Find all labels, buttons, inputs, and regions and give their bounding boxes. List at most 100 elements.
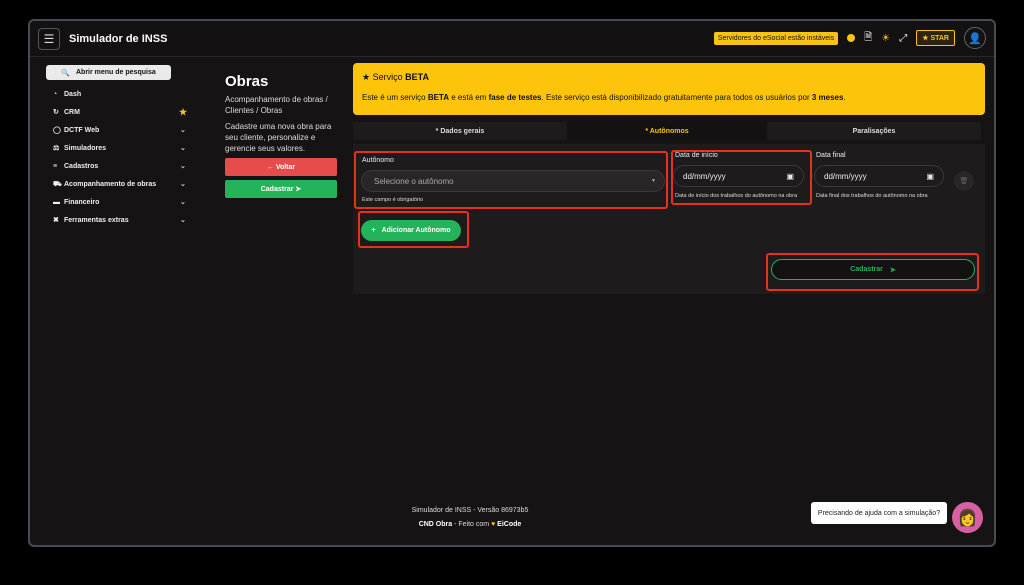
beta-text: e está em xyxy=(449,93,489,102)
chevron-down-icon: ⌄ xyxy=(180,163,186,170)
add-autonomo-label: Adicionar Autônomo xyxy=(381,227,451,234)
page-description: Cadastre uma nova obra para seu cliente,… xyxy=(225,122,332,153)
beta-text: BETA xyxy=(427,93,449,102)
back-button[interactable]: ← Voltar xyxy=(225,158,337,176)
beta-title-bold: BETA xyxy=(405,72,429,82)
beta-text: Este é um serviço xyxy=(362,93,428,102)
autonomo-error: Este campo é obrigatório xyxy=(362,197,424,203)
plus-icon: + xyxy=(371,227,376,234)
scale-icon: ⚖ xyxy=(53,145,60,152)
paper-plane-icon: ➤ xyxy=(889,266,896,274)
data-final-input[interactable]: dd/mm/yyyy ▣ xyxy=(814,165,944,187)
tools-icon: ✖ xyxy=(53,217,59,224)
top-bar: ☰ Simulador de INSS Servidores do eSocia… xyxy=(30,21,994,57)
beta-title-prefix: Serviço xyxy=(372,72,406,82)
sun-icon[interactable]: ☀ xyxy=(881,33,890,44)
chevron-down-icon: ⌄ xyxy=(180,181,186,188)
autonomo-placeholder: Selecione o autônomo xyxy=(374,176,454,186)
list-icon: ≡ xyxy=(53,162,58,170)
sidebar-item-simuladores[interactable]: ⚖ Simuladores ⌄ xyxy=(46,139,186,157)
sidebar-item-label: Dash xyxy=(64,90,82,98)
footer-brand[interactable]: EiCode xyxy=(497,521,521,528)
paper-plane-icon: ➤ xyxy=(295,186,302,193)
app-title: Simulador de INSS xyxy=(69,32,168,45)
footer-made-with: Feito com xyxy=(458,521,492,528)
sidebar-item-label: Ferramentas extras xyxy=(64,216,129,224)
submit-button[interactable]: Cadastrar ➤ xyxy=(771,259,975,280)
sidebar-item-financeiro[interactable]: ▬ Financeiro ⌄ xyxy=(46,193,186,211)
chevron-down-icon: ⌄ xyxy=(180,199,186,206)
beta-text: fase de testes xyxy=(488,93,542,102)
footer-credits: CND Obra - Feito com ♥ EiCode xyxy=(390,518,550,532)
footer: Simulador de INSS - Versão 86973b5 CND O… xyxy=(390,504,550,532)
caret-down-icon: ▼ xyxy=(651,178,656,184)
sidebar-item-dash[interactable]: ◔ Dash xyxy=(46,85,183,103)
back-label: Voltar xyxy=(275,163,296,171)
sidebar-item-label: DCTF Web xyxy=(64,126,100,134)
open-search-menu-button[interactable]: 🔍 Abrir menu de pesquisa xyxy=(46,65,171,80)
submit-label: Cadastrar xyxy=(850,266,883,273)
sidebar-item-label: Simuladores xyxy=(64,144,107,152)
beta-alert: ★ Serviço BETA Este é um serviço BETA e … xyxy=(353,63,985,115)
autonomo-select[interactable]: Selecione o autônomo ▼ xyxy=(361,170,665,192)
trash-icon[interactable]: 🗑 xyxy=(954,171,974,191)
sidebar-item-label: Cadastros xyxy=(64,162,99,170)
register-side-button[interactable]: Cadastrar ➤ xyxy=(225,180,337,198)
register-label: Cadastrar xyxy=(260,185,294,193)
star-button[interactable]: ★ STAR xyxy=(916,30,955,46)
sidebar-item-dctf-web[interactable]: ◯ DCTF Web ⌄ xyxy=(46,121,186,139)
data-final-value: dd/mm/yyyy xyxy=(824,171,867,181)
data-inicio-label: Data de início xyxy=(675,152,718,159)
beta-text: . Este serviço está disponibilizado grat… xyxy=(541,93,812,102)
beta-text: 3 meses xyxy=(811,93,844,102)
page-title: Obras xyxy=(225,73,269,90)
assistant-avatar-icon[interactable]: 👩 xyxy=(952,502,983,533)
star-label: STAR xyxy=(930,35,949,42)
refresh-icon: ↻ xyxy=(53,109,59,116)
document-icon[interactable]: 🗎 xyxy=(864,30,872,47)
breadcrumb: Acompanhamento de obras / Clientes / Obr… xyxy=(225,95,328,115)
autonomo-label: Autônomo xyxy=(362,157,394,164)
esocial-warning-badge[interactable]: Servidores do eSocial estão instáveis xyxy=(713,31,839,45)
star-icon: ★ xyxy=(362,72,371,82)
sidebar-item-ferramentas-extras[interactable]: ✖ Ferramentas extras ⌄ xyxy=(46,211,186,229)
star-icon: ★ xyxy=(922,35,929,42)
search-label: Abrir menu de pesquisa xyxy=(75,69,156,76)
fullscreen-icon[interactable]: ⤢ xyxy=(899,33,907,44)
sidebar-item-acompanhamento-de-obras[interactable]: ⛟ Acompanhamento de obras ⌄ xyxy=(46,175,186,193)
chevron-down-icon: ⌄ xyxy=(180,145,186,152)
globe-icon: ◯ xyxy=(53,127,61,134)
data-inicio-value: dd/mm/yyyy xyxy=(683,171,726,181)
hamburger-menu-icon[interactable]: ☰ xyxy=(38,27,60,50)
calendar-icon[interactable]: ▣ xyxy=(926,172,934,181)
sidebar-item-crm[interactable]: ↻ CRM ★ xyxy=(46,103,187,121)
favorite-star-icon[interactable]: ★ xyxy=(179,107,187,118)
tab-autonomos[interactable]: * Autônomos xyxy=(567,122,767,140)
sidebar-item-label: CRM xyxy=(64,108,80,116)
user-avatar-icon[interactable]: 👤 xyxy=(964,27,986,49)
data-inicio-hint: Data de início dos trabalhos do autônomo… xyxy=(675,193,797,199)
tab-paralisacoes[interactable]: Paralisações xyxy=(767,122,981,140)
add-autonomo-button[interactable]: + Adicionar Autônomo xyxy=(361,220,461,241)
data-final-hint: Data final dos trabalhos do autônomo na … xyxy=(816,193,928,199)
help-bubble[interactable]: Precisando de ajuda com a simulação? xyxy=(811,502,947,524)
app-window: ☰ Simulador de INSS Servidores do eSocia… xyxy=(28,19,996,547)
sidebar-item-cadastros[interactable]: ≡ Cadastros ⌄ xyxy=(46,157,186,175)
calendar-icon[interactable]: ▣ xyxy=(786,172,794,181)
data-inicio-input[interactable]: dd/mm/yyyy ▣ xyxy=(673,165,804,187)
chevron-down-icon: ⌄ xyxy=(180,217,186,224)
data-final-label: Data final xyxy=(816,152,846,159)
truck-icon: ⛟ xyxy=(53,180,62,188)
heart-icon: ♥ xyxy=(491,521,496,528)
search-icon: 🔍 xyxy=(61,69,70,77)
beta-body: Este é um serviço BETA e está em fase de… xyxy=(362,93,976,102)
tab-dados-gerais[interactable]: * Dados gerais xyxy=(353,122,567,140)
top-right-actions: Servidores do eSocial estão instáveis 🗎 … xyxy=(713,27,986,49)
sidebar-item-label: Financeiro xyxy=(64,198,100,206)
footer-product: CND Obra xyxy=(418,521,453,528)
beta-title: ★ Serviço BETA xyxy=(362,72,976,83)
chevron-down-icon: ⌄ xyxy=(180,127,186,134)
beta-text: . xyxy=(843,93,846,102)
footer-version: Simulador de INSS - Versão 86973b5 xyxy=(411,507,529,514)
sidebar-item-label: Acompanhamento de obras xyxy=(64,180,157,188)
